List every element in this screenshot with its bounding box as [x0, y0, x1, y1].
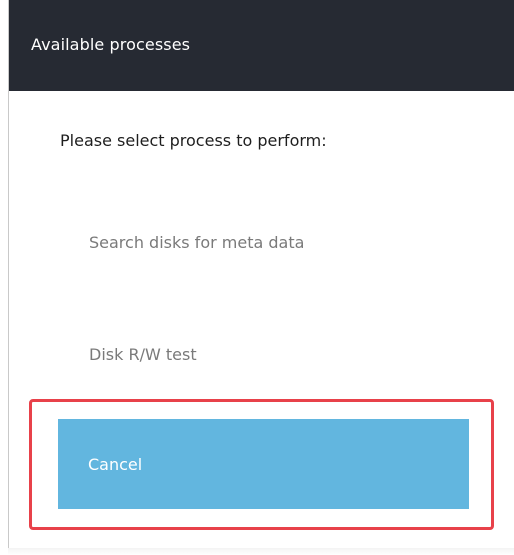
cancel-button[interactable]: Cancel — [58, 419, 469, 509]
option-search-disks-meta-data[interactable]: Search disks for meta data — [59, 205, 470, 285]
dialog-title-bar: Available processes — [9, 0, 514, 91]
option-label: Disk R/W test — [89, 345, 197, 364]
select-process-prompt: Please select process to perform: — [60, 131, 327, 150]
dialog-title: Available processes — [31, 35, 191, 54]
option-disk-rw-test[interactable]: Disk R/W test — [59, 315, 470, 395]
option-label: Search disks for meta data — [89, 233, 305, 252]
cancel-button-label: Cancel — [88, 455, 143, 474]
